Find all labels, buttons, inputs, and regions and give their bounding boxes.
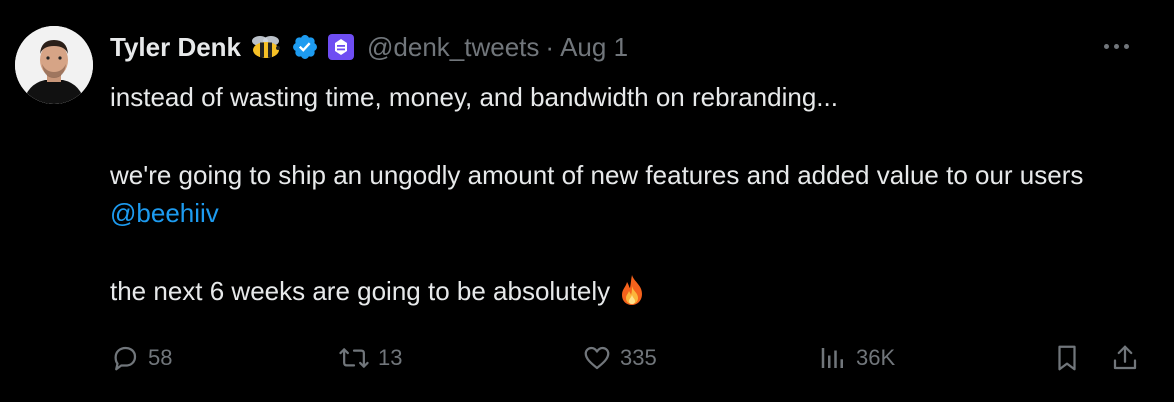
retweet-button[interactable]: 13 — [338, 338, 402, 378]
tweet-line-text: we're going to ship an ungodly amount of… — [110, 160, 1084, 190]
retweet-count: 13 — [378, 345, 403, 370]
like-button[interactable]: 335 — [582, 338, 657, 378]
author-name[interactable]: Tyler Denk — [110, 32, 241, 63]
retweet-icon — [338, 343, 370, 373]
verified-badge-icon[interactable] — [291, 33, 319, 61]
fire-emoji-icon — [617, 274, 647, 316]
tweet-content: Tyler Denk @denk_tweets · Aug 1 instead … — [110, 24, 1137, 371]
reply-button[interactable]: 58 — [110, 338, 172, 378]
tweet-header: Tyler Denk @denk_tweets · Aug 1 — [110, 24, 1134, 70]
bookmark-button[interactable] — [1052, 338, 1082, 378]
tweet-line-text: the next 6 weeks are going to be absolut… — [110, 276, 611, 306]
mention-link[interactable]: @beehiiv — [110, 198, 219, 228]
tweet-date[interactable]: Aug 1 — [560, 32, 628, 63]
heart-icon — [582, 343, 612, 373]
tweet-actions: 58 13 335 36K — [110, 338, 1137, 378]
view-count: 36K — [856, 345, 896, 370]
views-chart-icon — [818, 343, 848, 373]
tweet-card[interactable]: Tyler Denk @denk_tweets · Aug 1 instead … — [0, 0, 1174, 402]
beehiiv-affiliate-icon[interactable] — [327, 33, 355, 61]
share-icon — [1110, 343, 1140, 373]
bee-emoji-icon — [249, 34, 283, 60]
author-handle[interactable]: @denk_tweets — [367, 32, 539, 63]
views-button[interactable]: 36K — [818, 338, 895, 378]
like-count: 335 — [620, 345, 657, 370]
more-options-icon[interactable] — [1098, 34, 1134, 58]
header-separator: · — [545, 31, 555, 62]
tweet-line: the next 6 weeks are going to be absolut… — [110, 272, 1134, 316]
bookmark-icon — [1052, 343, 1082, 373]
tweet-line: we're going to ship an ungodly amount of… — [110, 156, 1134, 232]
tweet-line: instead of wasting time, money, and band… — [110, 82, 838, 112]
share-button[interactable] — [1110, 338, 1140, 378]
tweet-text: instead of wasting time, money, and band… — [110, 78, 1134, 316]
reply-count: 58 — [148, 345, 173, 370]
reply-icon — [110, 343, 140, 373]
avatar[interactable] — [15, 26, 93, 104]
